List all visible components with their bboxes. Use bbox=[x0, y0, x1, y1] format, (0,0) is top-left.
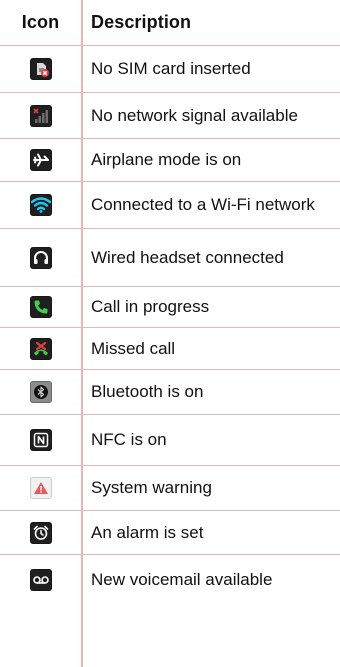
description-cell: NFC is on bbox=[91, 430, 167, 449]
voicemail-icon bbox=[29, 569, 52, 591]
column-header-icon: Icon bbox=[21, 12, 60, 32]
headset-icon bbox=[29, 246, 52, 269]
table-row: New voicemail available bbox=[0, 555, 340, 605]
bluetooth-icon bbox=[29, 381, 52, 403]
description-cell: Wired headset connected bbox=[91, 247, 284, 267]
description-cell: An alarm is set bbox=[91, 522, 204, 542]
table-row: System warning bbox=[0, 466, 340, 510]
table-row: Connected to a Wi-Fi network bbox=[0, 182, 340, 228]
table-row: An alarm is set bbox=[0, 511, 340, 554]
table-row: NFC is on bbox=[0, 415, 340, 465]
description-cell: Call in progress bbox=[91, 297, 210, 316]
description-cell: New voicemail available bbox=[91, 570, 273, 589]
nfc-icon bbox=[29, 429, 52, 451]
column-header-description: Description bbox=[91, 12, 192, 32]
table-row: Missed call bbox=[0, 328, 340, 369]
table-row: No SIM card inserted bbox=[0, 46, 340, 92]
no-sim-icon bbox=[29, 58, 52, 80]
status-icons-table: Icon Description No SIM card inserted No… bbox=[0, 0, 340, 667]
call-in-progress-icon bbox=[29, 296, 52, 318]
table-row: Bluetooth is on bbox=[0, 370, 340, 414]
description-cell: Connected to a Wi-Fi network bbox=[91, 195, 315, 214]
missed-call-icon bbox=[29, 337, 52, 360]
no-signal-icon bbox=[29, 104, 52, 127]
alarm-icon bbox=[29, 521, 52, 544]
airplane-mode-icon bbox=[29, 149, 52, 171]
description-cell: No network signal available bbox=[91, 105, 298, 125]
table-row: Call in progress bbox=[0, 287, 340, 327]
table-row: Wired headset connected bbox=[0, 229, 340, 286]
wifi-icon bbox=[29, 194, 52, 216]
description-cell: Bluetooth is on bbox=[91, 382, 204, 401]
description-cell: No SIM card inserted bbox=[91, 59, 251, 78]
system-warning-icon bbox=[29, 477, 52, 499]
table-row: No network signal available bbox=[0, 93, 340, 138]
table-row: Airplane mode is on bbox=[0, 139, 340, 181]
description-cell: Airplane mode is on bbox=[91, 150, 242, 169]
description-cell: Missed call bbox=[91, 338, 176, 358]
description-cell: System warning bbox=[91, 478, 212, 497]
